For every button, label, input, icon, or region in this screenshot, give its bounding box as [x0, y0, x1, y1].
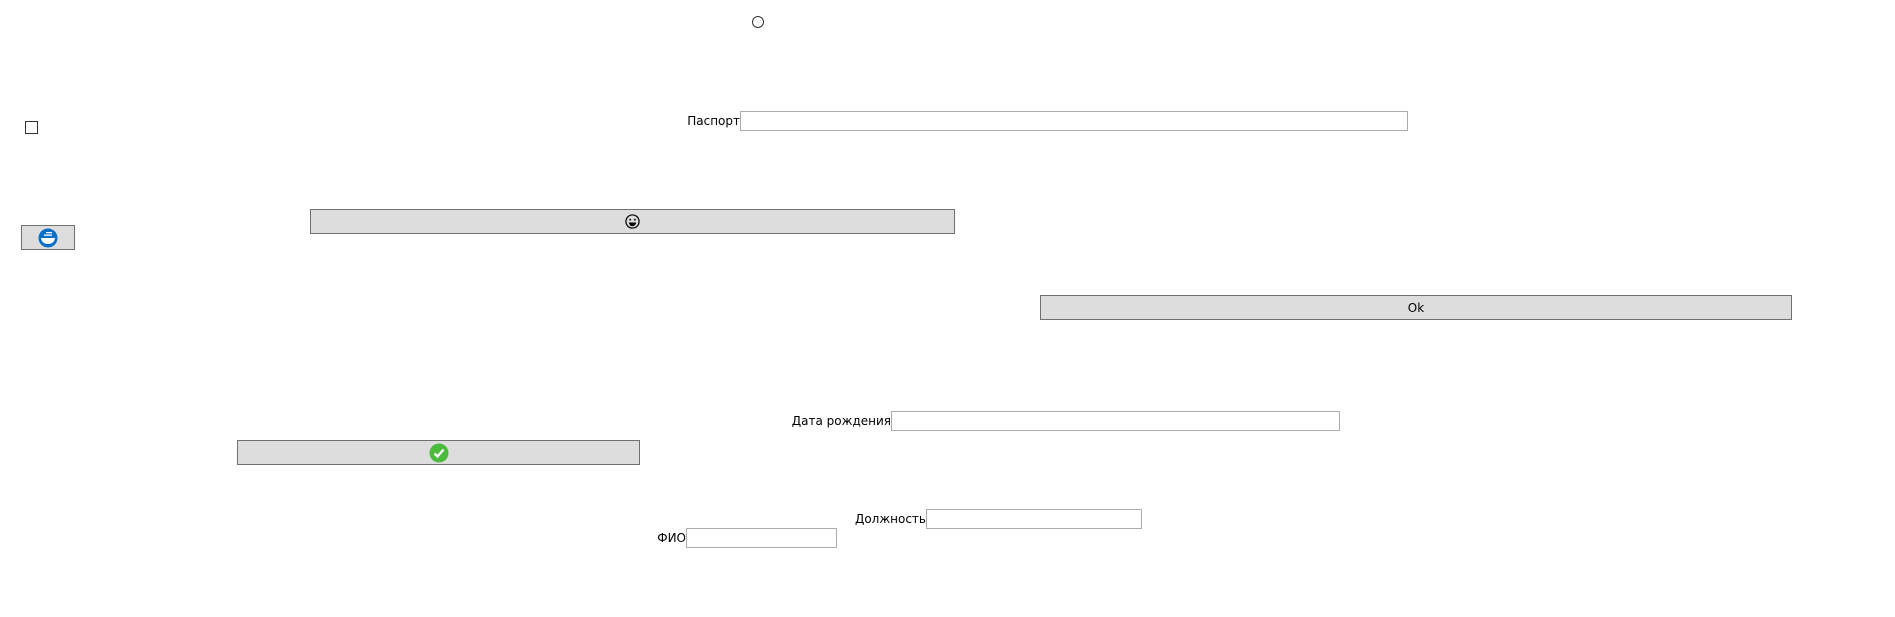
blue-circle-icon	[38, 228, 58, 247]
radio-button[interactable]	[752, 16, 764, 28]
blue-icon-button[interactable]	[21, 225, 75, 250]
birth-date-label: Дата рождения	[791, 414, 891, 428]
passport-input[interactable]	[740, 111, 1408, 131]
passport-label: Паспорт	[687, 114, 740, 128]
green-check-icon	[429, 443, 448, 462]
fio-label: ФИО	[657, 531, 686, 545]
fio-input[interactable]	[686, 528, 837, 548]
position-label: Должность	[854, 512, 926, 526]
ok-button-label: Ok	[1407, 300, 1425, 315]
checkbox[interactable]	[25, 121, 38, 134]
grinning-face-icon	[625, 214, 640, 229]
birth-date-input[interactable]	[891, 411, 1340, 431]
ok-button[interactable]: Ok	[1040, 295, 1792, 320]
emoji-button[interactable]	[310, 209, 955, 234]
confirm-check-button[interactable]	[237, 440, 640, 465]
position-input[interactable]	[926, 509, 1142, 529]
